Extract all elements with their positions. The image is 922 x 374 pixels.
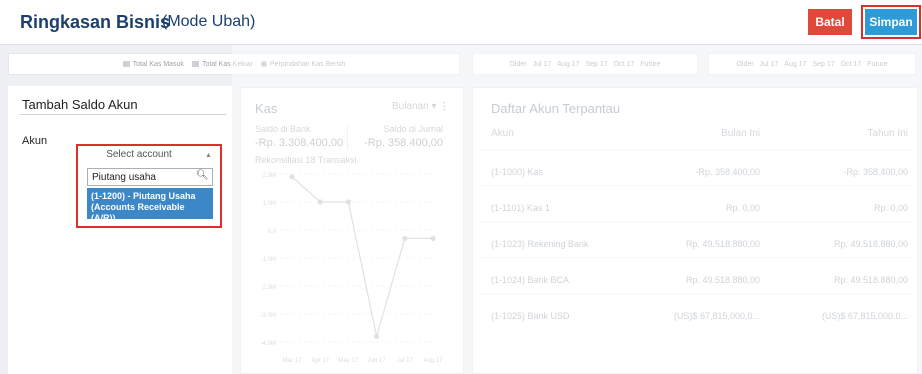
legend-total-in-label: Total Kas Masuk [132, 60, 184, 68]
mode-indicator: (Mode Ubah) [162, 13, 256, 30]
page-title: Ringkasan Bisnis [20, 12, 171, 32]
cancel-button[interactable]: Batal [808, 9, 852, 35]
account-label: Akun [22, 135, 48, 147]
account-balance-panel: Tambah Saldo Akun Akun [8, 86, 232, 374]
search-icon: 🔍︎ [196, 170, 209, 181]
legend-total-in: Total Kas Masuk [122, 60, 184, 68]
divider [20, 114, 226, 115]
modal-backdrop [232, 45, 922, 374]
square-icon [122, 60, 130, 67]
account-select[interactable]: Select account [88, 149, 190, 160]
panel-title: Tambah Saldo Akun [22, 97, 138, 112]
save-button[interactable]: Simpan [861, 5, 921, 39]
page-header: Ringkasan Bisnis (Mode Ubah) Batal Simpa… [0, 0, 922, 45]
account-option[interactable]: (1-1200) - Piutang Usaha (Accounts Recei… [87, 188, 213, 223]
square-icon [191, 60, 199, 67]
account-search-input[interactable]: Piutang usaha [87, 168, 213, 186]
caret-up-icon[interactable]: ▲ [205, 152, 212, 159]
